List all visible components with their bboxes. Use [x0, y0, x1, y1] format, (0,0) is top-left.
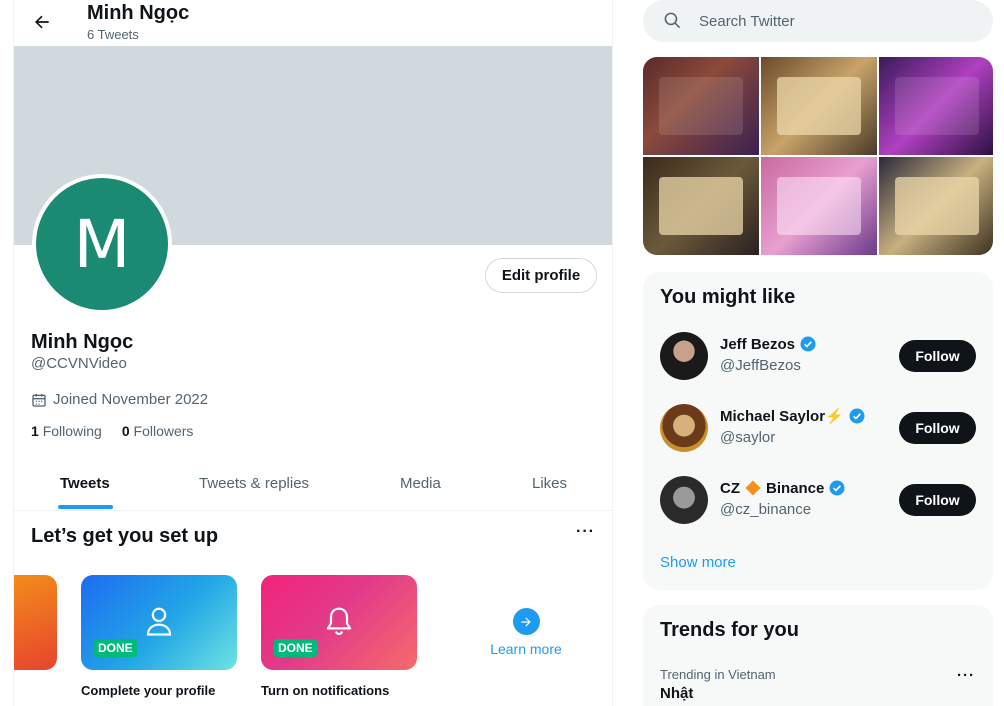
tab-tweets[interactable]: Tweets: [60, 475, 110, 492]
follow-button[interactable]: Follow: [899, 412, 976, 444]
arrow-left-icon: [35, 15, 49, 29]
user-handle: @JeffBezos: [720, 357, 801, 374]
person-icon: [146, 607, 172, 636]
trends-panel: Trends for you Trending in Vietnam Nhật …: [643, 605, 993, 706]
media-thumbnail[interactable]: [761, 57, 877, 155]
following-label: Following: [42, 423, 102, 439]
avatar[interactable]: M: [32, 174, 172, 314]
follow-button[interactable]: Follow: [899, 340, 976, 372]
followers-count: 0: [121, 423, 130, 439]
back-button[interactable]: [28, 8, 56, 36]
show-more-link[interactable]: Show more: [660, 554, 736, 571]
verified-badge-icon: [800, 336, 816, 352]
profile-column: Minh Ngọc 6 Tweets M Edit profile Minh N…: [13, 0, 613, 706]
user-name-prefix: CZ: [720, 479, 740, 497]
arrow-right-circle-icon: [512, 608, 540, 635]
edit-profile-button[interactable]: Edit profile: [485, 258, 597, 293]
setup-card-label: Turn on notifications: [261, 683, 390, 698]
done-badge: DONE: [274, 639, 317, 657]
more-options-button[interactable]: ···: [576, 523, 595, 541]
setup-card-label: Complete your profile: [81, 683, 216, 698]
learn-more-link[interactable]: Learn more: [481, 608, 571, 657]
followers-label: Followers: [133, 423, 194, 439]
search-icon: [664, 12, 681, 29]
media-gallery: [643, 57, 993, 255]
follow-stats: 1 Following 0 Followers: [31, 423, 193, 439]
joined-text: Joined November 2022: [53, 391, 209, 408]
done-badge: DONE: [94, 639, 137, 657]
profile-name: Minh Ngọc: [31, 331, 134, 353]
header-tweet-count: 6 Tweets: [87, 27, 139, 42]
who-to-follow-title: You might like: [660, 286, 796, 308]
user-name: Michael Saylor⚡️: [720, 408, 844, 425]
trend-name[interactable]: Nhật: [660, 685, 693, 702]
search-box[interactable]: [643, 0, 993, 42]
joined-date: Joined November 2022: [31, 391, 208, 408]
tab-media[interactable]: Media: [400, 475, 441, 492]
trend-context: Trending in Vietnam: [660, 667, 776, 682]
search-input[interactable]: [699, 10, 979, 32]
user-handle: @saylor: [720, 429, 776, 446]
media-thumbnail[interactable]: [643, 157, 759, 255]
media-thumbnail[interactable]: [879, 157, 993, 255]
user-name: Jeff Bezos: [720, 335, 796, 353]
follow-button[interactable]: Follow: [899, 484, 976, 516]
bell-icon: [326, 607, 352, 636]
header-name: Minh Ngọc: [87, 2, 190, 24]
avatar-letter: M: [36, 178, 168, 310]
calendar-icon: [32, 393, 46, 407]
verified-badge-icon: [849, 408, 865, 424]
suggested-user[interactable]: Jeff Bezos @JeffBezos Follow: [660, 332, 976, 382]
learn-more-text: Learn more: [490, 641, 562, 657]
profile-header-bar: Minh Ngọc 6 Tweets: [14, 0, 612, 46]
followers-link[interactable]: 0 Followers: [122, 423, 194, 439]
avatar[interactable]: [660, 404, 708, 452]
trend-more-button[interactable]: ···: [957, 667, 975, 684]
profile-tabs: Tweets Tweets & replies Media Likes: [14, 458, 612, 511]
verified-badge-icon: [829, 480, 845, 496]
setup-card-profile[interactable]: DONE: [81, 575, 237, 670]
tab-likes[interactable]: Likes: [532, 475, 567, 492]
setup-title: Let’s get you set up: [31, 525, 219, 547]
avatar[interactable]: [660, 476, 708, 524]
suggested-user[interactable]: CZ Binance @cz_binance Follow: [660, 476, 976, 526]
tab-tweets-replies[interactable]: Tweets & replies: [199, 475, 309, 492]
media-thumbnail[interactable]: [761, 157, 877, 255]
profile-handle: @CCVNVideo: [31, 355, 127, 372]
suggested-user[interactable]: Michael Saylor⚡️ @saylor Follow: [660, 404, 976, 454]
following-count: 1: [31, 423, 39, 439]
setup-card-partial[interactable]: [14, 575, 57, 670]
user-handle: @cz_binance: [720, 501, 812, 518]
user-name-suffix: Binance: [766, 479, 825, 497]
following-link[interactable]: 1 Following: [31, 423, 102, 439]
media-thumbnail[interactable]: [879, 57, 993, 155]
setup-card-notifications[interactable]: DONE: [261, 575, 417, 670]
diamond-icon: [745, 480, 761, 496]
avatar[interactable]: [660, 332, 708, 380]
media-thumbnail[interactable]: [643, 57, 759, 155]
who-to-follow-panel: You might like Jeff Bezos @JeffBezos Fol…: [643, 272, 993, 590]
trends-title: Trends for you: [660, 619, 799, 641]
active-tab-indicator: [58, 505, 113, 509]
